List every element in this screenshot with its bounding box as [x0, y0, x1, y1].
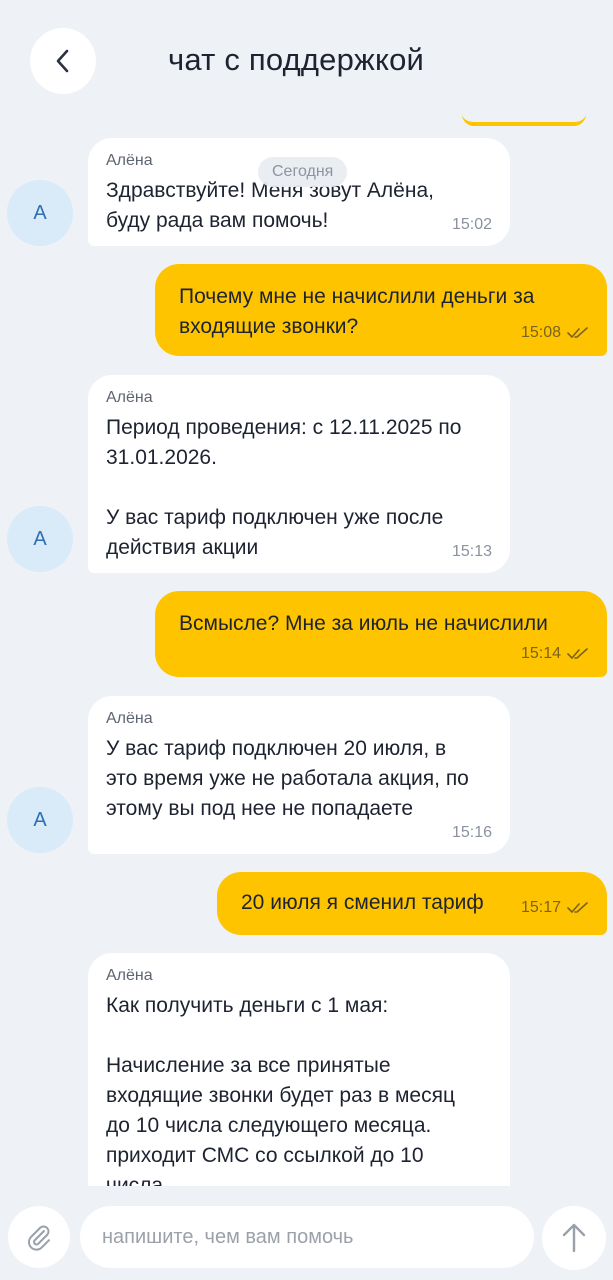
- attach-button[interactable]: [8, 1206, 70, 1268]
- agent-avatar: А: [7, 506, 73, 572]
- composer-bar: [0, 1186, 613, 1280]
- message-time: 15:08: [520, 324, 561, 341]
- double-check-icon: [567, 648, 588, 659]
- message-time: 15:02: [451, 216, 492, 233]
- incoming-message[interactable]: Алёна Как получить деньги с 1 мая: Начис…: [88, 953, 510, 1186]
- incoming-message[interactable]: Алёна У вас тариф подключен 20 июля, в э…: [88, 696, 510, 854]
- message-list[interactable]: Сегодня А Алёна Здравствуйте! Меня зовут…: [0, 120, 613, 1186]
- message-text: Период проведения: с 12.11.2025 по 31.01…: [106, 416, 462, 559]
- page-title: чат с поддержкой: [168, 42, 425, 77]
- chevron-left-icon: [56, 49, 69, 73]
- message-text: Как получить деньги с 1 мая: Начисление …: [106, 994, 456, 1186]
- message-time-status: 15:14: [521, 645, 589, 663]
- message-time: 15:16: [451, 824, 492, 841]
- message-text: У вас тариф подключен 20 июля, в это вре…: [106, 737, 469, 820]
- chat-header: чат с поддержкой: [0, 0, 613, 126]
- arrow-up-icon: [562, 1223, 586, 1253]
- message-input[interactable]: [80, 1206, 534, 1268]
- send-button[interactable]: [542, 1206, 606, 1270]
- message-sender: Алёна: [106, 967, 153, 984]
- back-button[interactable]: [30, 28, 96, 94]
- outgoing-message[interactable]: 20 июля я сменил тариф 15:17: [217, 872, 607, 935]
- agent-avatar: А: [7, 180, 73, 246]
- message-time-status: 15:08: [521, 324, 589, 342]
- message-time: 15:14: [520, 645, 561, 662]
- message-time: 15:13: [451, 543, 492, 560]
- message-sender: Алёна: [106, 710, 153, 727]
- paperclip-icon: [28, 1225, 50, 1251]
- double-check-icon: [567, 327, 588, 338]
- message-text: Всмысле? Мне за июль не начислили: [179, 612, 548, 635]
- message-time: 15:17: [520, 899, 561, 916]
- agent-avatar: А: [7, 787, 73, 853]
- date-separator: Сегодня: [258, 157, 348, 187]
- outgoing-message[interactable]: Почему мне не начислили деньги за входящ…: [155, 264, 607, 356]
- message-time-status: 15:17: [521, 899, 589, 917]
- incoming-message[interactable]: Алёна Период проведения: с 12.11.2025 по…: [88, 375, 510, 573]
- double-check-icon: [567, 902, 588, 913]
- incoming-message[interactable]: Алёна Здравствуйте! Меня зовут Алёна, бу…: [88, 138, 510, 246]
- outgoing-message[interactable]: Всмысле? Мне за июль не начислили 15:14: [155, 591, 607, 677]
- message-sender: Алёна: [106, 389, 153, 406]
